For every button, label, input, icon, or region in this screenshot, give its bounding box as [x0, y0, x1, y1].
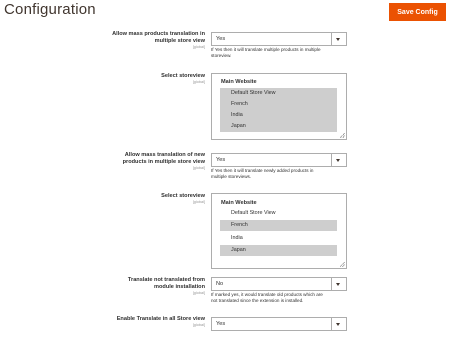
option-default-store-view[interactable]: Default Store View [220, 88, 337, 99]
label-line: Allow mass products translation in [112, 31, 205, 37]
field-note: If Yes then it will translate multiple p… [211, 47, 351, 59]
label-line: Select storeview [161, 193, 205, 199]
translate-not-translated-select[interactable]: No [211, 277, 347, 291]
page-title: Configuration [4, 1, 96, 18]
label-line: Translate not translated from [127, 277, 205, 283]
scope-label: [global] [192, 200, 205, 204]
option-india[interactable]: India [220, 110, 337, 121]
label-line: Select storeview [161, 73, 205, 79]
label-line: module installation [154, 284, 205, 290]
option-default-store-view[interactable]: Default Store View [220, 208, 337, 219]
option-french[interactable]: French [220, 99, 337, 110]
select-value: Yes [216, 157, 226, 163]
option-group-label: Main Website [221, 200, 257, 206]
field-label: Translate not translated from module ins… [3, 277, 205, 296]
storeview-multiselect-2[interactable]: Main Website Default Store View French I… [211, 193, 347, 269]
note-line: If marked yes, it would translate old pr… [211, 292, 323, 297]
option-french[interactable]: French [220, 220, 337, 231]
note-line: If Yes then it will translate newly adde… [211, 168, 314, 173]
mass-products-translation-select[interactable]: Yes [211, 32, 347, 46]
scope-label: [global] [192, 323, 205, 327]
field-note: If Yes then it will translate newly adde… [211, 168, 351, 180]
select-value: No [216, 281, 224, 287]
field-label: Select storeview [global] [3, 193, 205, 205]
field-label: Allow mass products translation in multi… [3, 31, 205, 50]
enable-translate-all-store-view-select[interactable]: Yes [211, 317, 347, 331]
field-label: Select storeview [global] [3, 73, 205, 85]
chevron-down-icon [331, 278, 346, 290]
label-line: Enable Translate in all Store view [116, 316, 205, 322]
save-config-button[interactable]: Save Config [389, 3, 446, 21]
option-japan[interactable]: Japan [220, 121, 337, 132]
scope-label: [global] [192, 291, 205, 295]
select-value: Yes [216, 321, 226, 327]
note-line: multiple storeviews. [211, 174, 252, 179]
scope-label: [global] [192, 166, 205, 170]
scope-label: [global] [192, 45, 205, 49]
label-line: multiple store view [154, 38, 205, 44]
note-line: not translated since the extension is in… [211, 298, 304, 303]
field-label: Enable Translate in all Store view [glob… [3, 316, 205, 328]
scope-label: [global] [192, 80, 205, 84]
storeview-multiselect-1[interactable]: Main Website Default Store View French I… [211, 73, 347, 140]
note-line: If Yes then it will translate multiple p… [211, 47, 321, 52]
select-value: Yes [216, 36, 226, 42]
note-line: storeview. [211, 53, 232, 58]
chevron-down-icon [331, 318, 346, 330]
mass-translation-new-products-select[interactable]: Yes [211, 153, 347, 167]
option-group-label: Main Website [221, 79, 257, 85]
field-label: Allow mass translation of new products i… [3, 152, 205, 171]
resize-handle-icon[interactable] [340, 133, 345, 138]
resize-handle-icon[interactable] [340, 262, 345, 267]
option-india[interactable]: India [220, 233, 337, 244]
label-line: Allow mass translation of new [124, 152, 205, 158]
chevron-down-icon [331, 154, 346, 166]
label-line: products in multiple store view [122, 159, 205, 165]
field-note: If marked yes, it would translate old pr… [211, 292, 351, 304]
option-japan[interactable]: Japan [220, 245, 337, 256]
chevron-down-icon [331, 33, 346, 45]
